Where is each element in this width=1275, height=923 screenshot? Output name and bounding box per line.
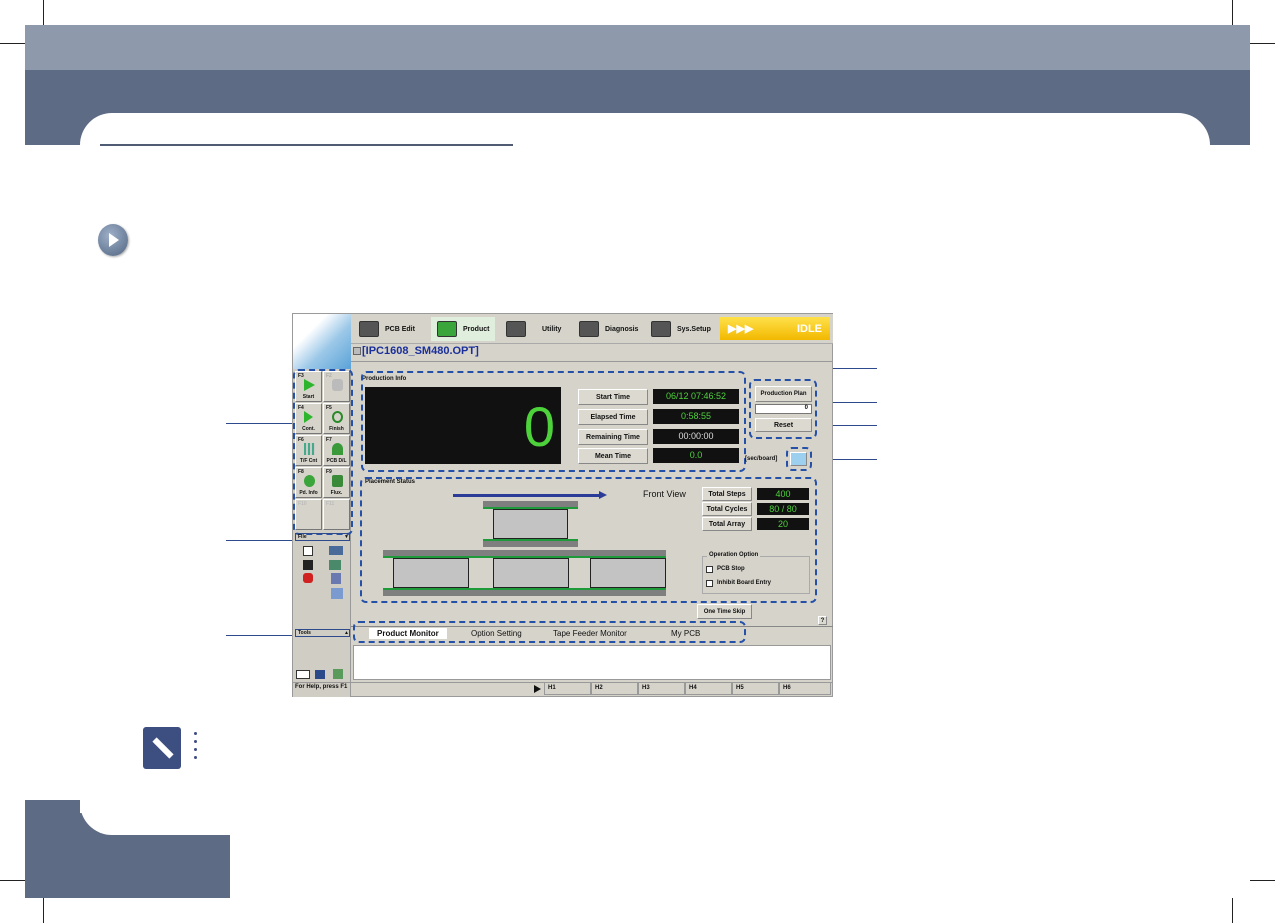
play-bullet-icon: [98, 224, 128, 256]
diagnosis-icon: [579, 321, 599, 337]
placement-status-highlight: [360, 477, 817, 603]
sys-setup-icon: [651, 321, 671, 337]
clipboard-icon[interactable]: [333, 669, 343, 679]
crop-mark: [1232, 0, 1233, 25]
one-time-skip-button[interactable]: One Time Skip: [697, 604, 752, 619]
crop-mark: [1250, 43, 1275, 44]
report-icon[interactable]: [331, 573, 341, 584]
computer-icon[interactable]: [331, 588, 343, 599]
crop-mark: [0, 880, 25, 881]
crop-mark: [1250, 880, 1275, 881]
file-panel-header[interactable]: File ▼: [295, 533, 350, 541]
production-plan-highlight: [749, 379, 817, 439]
file-name: [IPC1608_SM480.OPT]: [362, 345, 479, 357]
power-icon[interactable]: [303, 573, 313, 583]
note-pencil-icon: [143, 727, 181, 769]
status-h3: H3: [638, 682, 685, 695]
main-toolbar: PCB Edit Product Utility Diagnosis Sys.S…: [351, 314, 833, 344]
help-hint: For Help, press F1: [295, 684, 348, 690]
pcb-edit-icon: [359, 321, 379, 337]
play-icon: [534, 685, 541, 693]
toolbar-product[interactable]: Product: [431, 317, 496, 341]
divider: [351, 361, 833, 362]
document-icon[interactable]: [303, 546, 313, 556]
save-icon[interactable]: [303, 560, 313, 570]
crop-mark: [43, 0, 44, 25]
import-icon[interactable]: [329, 560, 341, 570]
status-h4: H4: [685, 682, 732, 695]
header-band-light: [25, 25, 1250, 71]
section-rule: [100, 144, 513, 146]
machine-status-indicator: ▶▶▶ IDLE: [720, 317, 830, 340]
note-dots: [194, 732, 197, 735]
tabs-highlight: [353, 621, 746, 643]
status-h5: H5: [732, 682, 779, 695]
file-icon: [353, 347, 361, 355]
tools-panel-header[interactable]: Tools ▲: [295, 629, 350, 637]
toolbar-diagnosis[interactable]: Diagnosis: [579, 317, 638, 341]
language-icon[interactable]: [296, 670, 310, 679]
callout-leader: [226, 423, 292, 424]
product-gear-icon: [437, 321, 457, 337]
unit-label: [sec/board]: [745, 456, 778, 462]
app-window: PCB Edit Product Utility Diagnosis Sys.S…: [292, 313, 833, 697]
status-h2: H2: [591, 682, 638, 695]
status-h6: H6: [779, 682, 831, 695]
utility-icon: [506, 321, 526, 337]
help-button[interactable]: ?: [818, 616, 827, 625]
crop-mark: [1232, 898, 1233, 923]
logo-graphic: [293, 314, 351, 369]
crop-mark: [43, 898, 44, 923]
message-area: [353, 645, 831, 680]
production-info-highlight: [361, 371, 746, 472]
toolbar-utility[interactable]: Utility: [506, 317, 561, 341]
crop-mark: [0, 43, 25, 44]
toolbar-sys-setup[interactable]: Sys.Setup: [651, 317, 711, 341]
footer-corner: [80, 780, 280, 835]
toolbar-pcb-edit[interactable]: PCB Edit: [359, 317, 415, 341]
status-h1: H1: [544, 682, 591, 695]
function-keys-highlight: [293, 369, 353, 535]
disk-icon[interactable]: [315, 670, 325, 679]
folder-icon[interactable]: [329, 546, 343, 555]
expand-highlight: [786, 447, 812, 471]
